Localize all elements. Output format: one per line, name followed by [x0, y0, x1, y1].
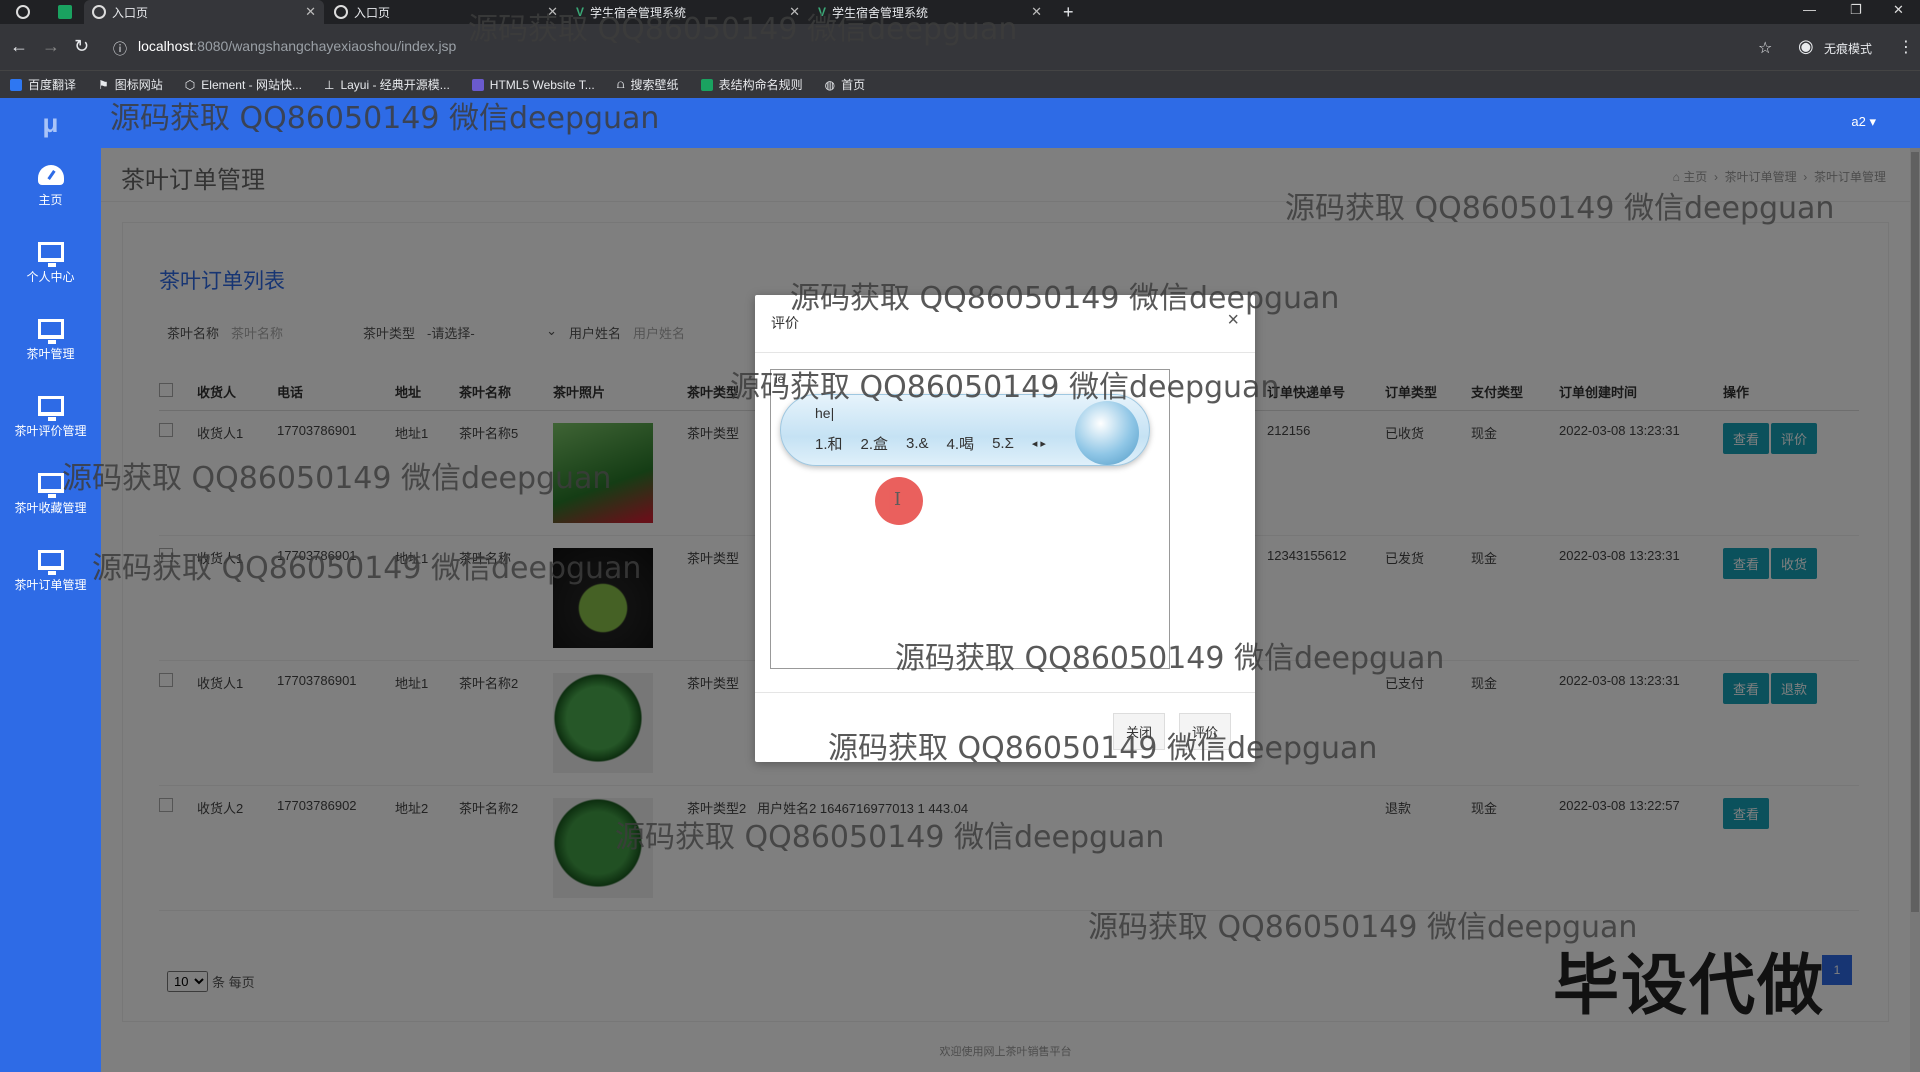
close-window-icon[interactable]: ✕ — [1893, 2, 1904, 18]
chrome-icon — [334, 5, 348, 19]
tab-close-icon[interactable]: ✕ — [1031, 4, 1042, 20]
bookmark-star-icon[interactable]: ☆ — [1758, 38, 1772, 58]
watermark: 源码获取 QQ86050149 微信deepguan — [895, 641, 1445, 676]
watermark-stamp: 毕设代做 — [1553, 947, 1825, 1024]
profile-label[interactable]: 无痕模式 — [1824, 40, 1872, 57]
monitor-icon — [37, 319, 64, 344]
sidebar-item-order[interactable]: 茶叶订单管理 — [0, 533, 101, 610]
tab-close-icon[interactable]: ✕ — [305, 4, 316, 20]
ime-composition: he| — [815, 405, 835, 421]
watermark: 源码获取 QQ86050149 微信deepguan — [110, 101, 660, 136]
restore-icon[interactable]: ❐ — [1850, 2, 1862, 18]
forward-icon[interactable]: → — [42, 36, 60, 57]
sidebar-item-review[interactable]: 茶叶评价管理 — [0, 379, 101, 456]
monitor-icon — [37, 242, 64, 267]
ime-candidate[interactable]: 5.Σ — [992, 435, 1014, 452]
ime-candidate[interactable]: 1.和 — [815, 433, 843, 454]
sidebar-item-profile[interactable]: 个人中心 — [0, 225, 101, 302]
incognito-icon: ◉ — [1798, 36, 1814, 56]
bookmark-item[interactable]: 百度翻译 — [10, 76, 76, 93]
minimize-icon[interactable]: — — [1803, 2, 1816, 17]
sidebar: μ 主页 个人中心 茶叶管理 茶叶评价管理 茶叶收藏管理 茶叶订单管理 — [0, 98, 101, 1072]
logo: μ — [42, 107, 59, 138]
bookmark-item[interactable]: HTML5 Website T... — [471, 78, 595, 92]
html5-icon — [471, 78, 484, 91]
menu-kebab-icon[interactable]: ⋮ — [1898, 37, 1914, 57]
back-icon[interactable]: ← — [10, 36, 28, 57]
bookmark-item[interactable]: 表结构命名规则 — [700, 76, 803, 93]
translate-icon — [10, 78, 22, 91]
app-icon[interactable] — [50, 0, 80, 24]
mouse-cursor-icon — [875, 477, 923, 525]
chrome-icon — [92, 5, 106, 19]
sidebar-item-tea[interactable]: 茶叶管理 — [0, 302, 101, 379]
wallpaper-icon: ⩍ — [616, 77, 625, 91]
bookmark-item[interactable]: ◍ 首页 — [825, 76, 866, 93]
url-field[interactable]: localhost:8080/wangshangchayexiaoshou/in… — [138, 38, 456, 54]
bookmark-item[interactable]: ⊥ Layui - 经典开源模... — [324, 76, 450, 93]
user-menu[interactable]: a2 ▾ — [1851, 114, 1876, 130]
bookmark-item[interactable]: ⚑ 图标网站 — [98, 76, 163, 93]
watermark: 源码获取 QQ86050149 微信deepguan — [468, 12, 1018, 47]
watermark: 源码获取 QQ86050149 微信deepguan — [92, 551, 642, 586]
ime-logo-icon — [1075, 401, 1139, 465]
reload-icon[interactable]: ↻ — [74, 36, 89, 57]
watermark: 源码获取 QQ86050149 微信deepguan — [790, 281, 1340, 316]
bookmark-item[interactable]: ⩍ 搜索壁纸 — [617, 76, 679, 93]
watermark: 源码获取 QQ86050149 微信deepguan — [62, 461, 612, 496]
monitor-icon — [37, 550, 64, 575]
bookmark-item[interactable]: ⬡ Element - 网站快... — [185, 76, 302, 93]
element-icon: ⬡ — [184, 77, 196, 92]
sidebar-item-home[interactable]: 主页 — [0, 148, 101, 225]
ime-candidate[interactable]: 3.& — [906, 435, 929, 452]
sheet-icon — [700, 78, 713, 91]
ime-candidate[interactable]: 2.盒 — [861, 433, 889, 454]
watermark: 源码获取 QQ86050149 微信deepguan — [1285, 191, 1835, 226]
watermark: 源码获取 QQ86050149 微信deepguan — [615, 820, 1165, 855]
globe-icon: ◍ — [824, 77, 836, 92]
new-tab-icon[interactable]: + — [1055, 0, 1085, 24]
flag-icon: ⚑ — [98, 77, 109, 92]
ime-next-icon[interactable]: ◂ ▸ — [1032, 437, 1046, 450]
browser-menu-icon[interactable] — [8, 0, 48, 24]
tab-entry-1[interactable]: 入口页 ✕ — [84, 0, 324, 24]
watermark: 源码获取 QQ86050149 微信deepguan — [828, 731, 1378, 766]
layui-icon: ⊥ — [323, 77, 335, 92]
monitor-icon — [37, 473, 64, 498]
info-icon[interactable]: ⓘ — [113, 39, 127, 59]
dashboard-icon — [37, 165, 64, 185]
ime-candidate[interactable]: 4.喝 — [947, 433, 975, 454]
monitor-icon — [37, 396, 64, 421]
watermark: 源码获取 QQ86050149 微信deepguan — [730, 370, 1280, 405]
